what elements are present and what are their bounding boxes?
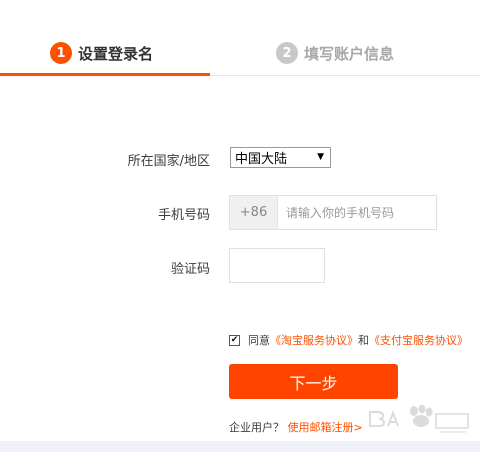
agreement-row: ✔ 同意 《淘宝服务协议》 和 《支付宝服务协议》 [229, 332, 468, 348]
agree-and: 和 [358, 334, 369, 347]
code-label: 验证码 [170, 262, 210, 277]
step-progress: 1 设置登录名 2 填写账户信息 [0, 0, 480, 76]
active-step-indicator [0, 73, 210, 76]
agree-checkbox[interactable]: ✔ [229, 334, 240, 346]
bottom-bar [0, 441, 480, 452]
code-input[interactable] [230, 249, 324, 282]
next-button[interactable]: 下一步 [229, 364, 398, 399]
phone-prefix[interactable]: +86 [230, 196, 278, 229]
country-select-value: 中国大陆 [235, 152, 288, 167]
email-register-link[interactable]: 使用邮箱注册> [288, 421, 363, 434]
step-2: 2 填写账户信息 [276, 40, 394, 66]
step-1-label: 设置登录名 [78, 44, 154, 63]
enterprise-row: 企业用户？ 使用邮箱注册> [229, 419, 363, 435]
enterprise-text: 企业用户？ [229, 421, 284, 434]
taobao-agreement-link[interactable]: 《淘宝服务协议》 [270, 332, 358, 348]
check-icon: ✔ [230, 334, 239, 345]
step-2-number: 2 [276, 42, 298, 64]
agree-prefix: 同意 [248, 334, 270, 347]
step-1-number: 1 [50, 42, 72, 64]
alipay-agreement-link[interactable]: 《支付宝服务协议》 [369, 332, 468, 348]
step-1: 1 设置登录名 [50, 40, 153, 66]
phone-field-group: +86 [229, 195, 437, 230]
step-2-label: 填写账户信息 [304, 44, 395, 63]
watermark-logo [369, 404, 469, 433]
phone-label: 手机号码 [157, 208, 210, 223]
code-field [229, 248, 325, 283]
country-label: 所在国家/地区 [127, 154, 210, 169]
dropdown-arrow-icon: ▼ [317, 152, 324, 162]
phone-input[interactable] [278, 196, 436, 229]
country-select[interactable]: 中国大陆 ▼ [230, 147, 331, 168]
